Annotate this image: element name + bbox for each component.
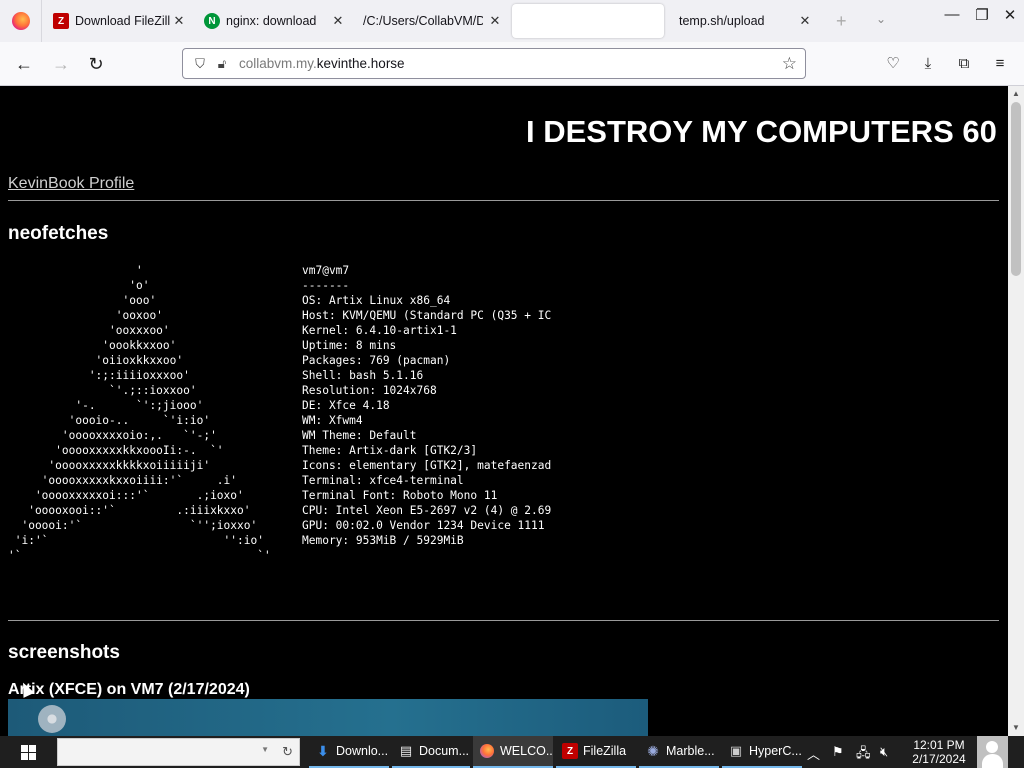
close-icon[interactable]: ✕	[797, 13, 813, 29]
taskbar: ▼ ↻ ⬇ Downlo... ▤ Docum... WELCO... Z Fi…	[0, 736, 1024, 768]
neofetch-ascii-logo: ' 'o' 'ooo' 'ooxoo' 'ooxxxoo' 'oookkxxoo…	[8, 264, 271, 562]
nginx-icon: N	[204, 13, 220, 29]
url-text[interactable]: collabvm.my.kevinthe.horse	[239, 56, 405, 71]
flag-icon[interactable]: ⚑	[832, 744, 844, 760]
close-icon[interactable]: ✕	[330, 13, 346, 29]
taskbar-item-filezilla[interactable]: Z FileZilla	[556, 736, 636, 768]
divider	[8, 620, 999, 621]
filezilla-icon: Z	[562, 743, 578, 759]
screenshot-image[interactable]	[8, 699, 648, 736]
taskbar-item-label: Marble...	[666, 744, 715, 758]
page-banner: I DESTROY MY COMPUTERS 60	[526, 114, 997, 149]
clock-date: 2/17/2024	[912, 752, 966, 766]
hamburger-menu-icon[interactable]: ≡	[990, 54, 1010, 74]
kevinbook-profile-link[interactable]: KevinBook Profile	[8, 175, 134, 193]
cd-disc-icon	[38, 705, 66, 733]
url-bar[interactable]: ⛉ 🔓︎ collabvm.my.kevinthe.horse ☆	[182, 48, 806, 79]
section-heading-neofetches: neofetches	[8, 223, 109, 244]
taskbar-clock[interactable]: 12:01 PM 2/17/2024	[908, 738, 970, 766]
taskbar-item-label: FileZilla	[583, 744, 627, 758]
url-domain: kevinthe.horse	[316, 56, 405, 71]
firefox-icon	[479, 743, 495, 759]
screenshot-caption: Artix (XFCE) on VM7 (2/17/2024)	[8, 681, 250, 698]
marble-icon: ✺	[647, 742, 659, 759]
speaker-muted-icon[interactable]: 🔇︎	[880, 744, 888, 760]
tab-active[interactable]	[512, 4, 664, 38]
firefox-view-button[interactable]	[0, 0, 42, 42]
tab-title: Download FileZill	[75, 14, 171, 28]
navigation-toolbar: ← → ↻ ⛉ 🔓︎ collabvm.my.kevinthe.horse ☆ …	[0, 42, 1024, 86]
scrollbar-thumb[interactable]	[1011, 102, 1021, 276]
page-scrollbar[interactable]: ▲ ▼	[1008, 86, 1024, 736]
pocket-icon[interactable]: ♡	[883, 54, 903, 74]
section-heading-screenshots: screenshots	[8, 642, 120, 663]
tab-title: temp.sh/upload	[679, 14, 765, 28]
page-content: I DESTROY MY COMPUTERS 60 KevinBook Prof…	[0, 86, 1008, 736]
window-close-icon[interactable]: ✕	[1000, 6, 1020, 24]
show-hidden-icons-chevron-icon[interactable]: ︿	[807, 744, 820, 763]
avatar-head	[986, 741, 998, 753]
windows-logo-icon	[20, 744, 36, 760]
shield-icon[interactable]: ⛉	[191, 55, 209, 73]
document-icon: ▤	[399, 743, 413, 758]
reload-icon[interactable]: ↻	[85, 53, 107, 75]
taskbar-item-downloads[interactable]: ⬇ Downlo...	[309, 736, 389, 768]
bookmark-star-icon[interactable]: ☆	[782, 54, 797, 74]
taskbar-item-label: Downlo...	[336, 744, 389, 758]
refresh-icon[interactable]: ↻	[282, 744, 293, 760]
tab-filezilla[interactable]: Z Download FileZill ✕	[45, 4, 193, 38]
taskbar-item-documents[interactable]: ▤ Docum...	[392, 736, 470, 768]
hyperc-icon: ▣	[729, 743, 743, 758]
back-arrow-icon[interactable]: ←	[13, 53, 35, 75]
forward-arrow-icon[interactable]: →	[50, 53, 72, 75]
user-avatar[interactable]	[977, 736, 1008, 768]
close-icon[interactable]: ✕	[487, 13, 503, 29]
scroll-up-arrow-icon[interactable]: ▲	[1008, 86, 1024, 102]
taskbar-item-label: HyperC...	[749, 744, 802, 758]
url-prefix: collabvm.my.	[239, 56, 317, 71]
taskbar-item-firefox[interactable]: WELCO...	[473, 736, 553, 768]
chevron-down-icon[interactable]: ▼	[261, 745, 269, 754]
taskbar-item-marble[interactable]: ✺ Marble...	[639, 736, 719, 768]
clock-time: 12:01 PM	[913, 738, 965, 752]
avatar-body	[982, 754, 1003, 768]
download-arrow-icon: ⬇	[317, 742, 329, 759]
taskbar-search-input[interactable]: ▼ ↻	[57, 738, 300, 766]
divider	[8, 200, 999, 201]
filezilla-icon: Z	[53, 13, 69, 29]
lock-icon[interactable]: 🔓︎	[213, 55, 231, 73]
taskbar-item-label: WELCO...	[500, 744, 553, 758]
tab-title: nginx: download	[226, 14, 317, 28]
close-icon[interactable]: ✕	[171, 13, 187, 29]
extensions-icon[interactable]: ⧉	[954, 54, 974, 74]
tab-local-file[interactable]: /C:/Users/CollabVM/D ✕	[355, 4, 509, 38]
neofetch-system-info: vm7@vm7 ------- OS: Artix Linux x86_64 H…	[302, 264, 552, 547]
chevron-down-icon[interactable]: ⌄	[876, 12, 886, 26]
new-tab-button[interactable]: +	[836, 11, 847, 32]
restore-icon[interactable]: ❐	[972, 6, 992, 24]
firefox-icon	[11, 12, 30, 30]
browser-tab-strip: Z Download FileZill ✕ N nginx: download …	[0, 0, 1024, 42]
scroll-down-arrow-icon[interactable]: ▼	[1008, 720, 1024, 736]
tab-nginx[interactable]: N nginx: download ✕	[196, 4, 352, 38]
downloads-icon[interactable]: ⤓	[918, 54, 938, 74]
start-button[interactable]	[0, 736, 56, 768]
minimize-icon[interactable]: —	[942, 6, 962, 23]
taskbar-item-hyperc[interactable]: ▣ HyperC...	[722, 736, 802, 768]
tab-title: /C:/Users/CollabVM/D	[363, 14, 483, 28]
network-icon[interactable]: 🖧︎	[856, 744, 871, 766]
taskbar-item-label: Docum...	[419, 744, 470, 758]
tab-temp-sh[interactable]: temp.sh/upload ✕	[667, 4, 819, 38]
